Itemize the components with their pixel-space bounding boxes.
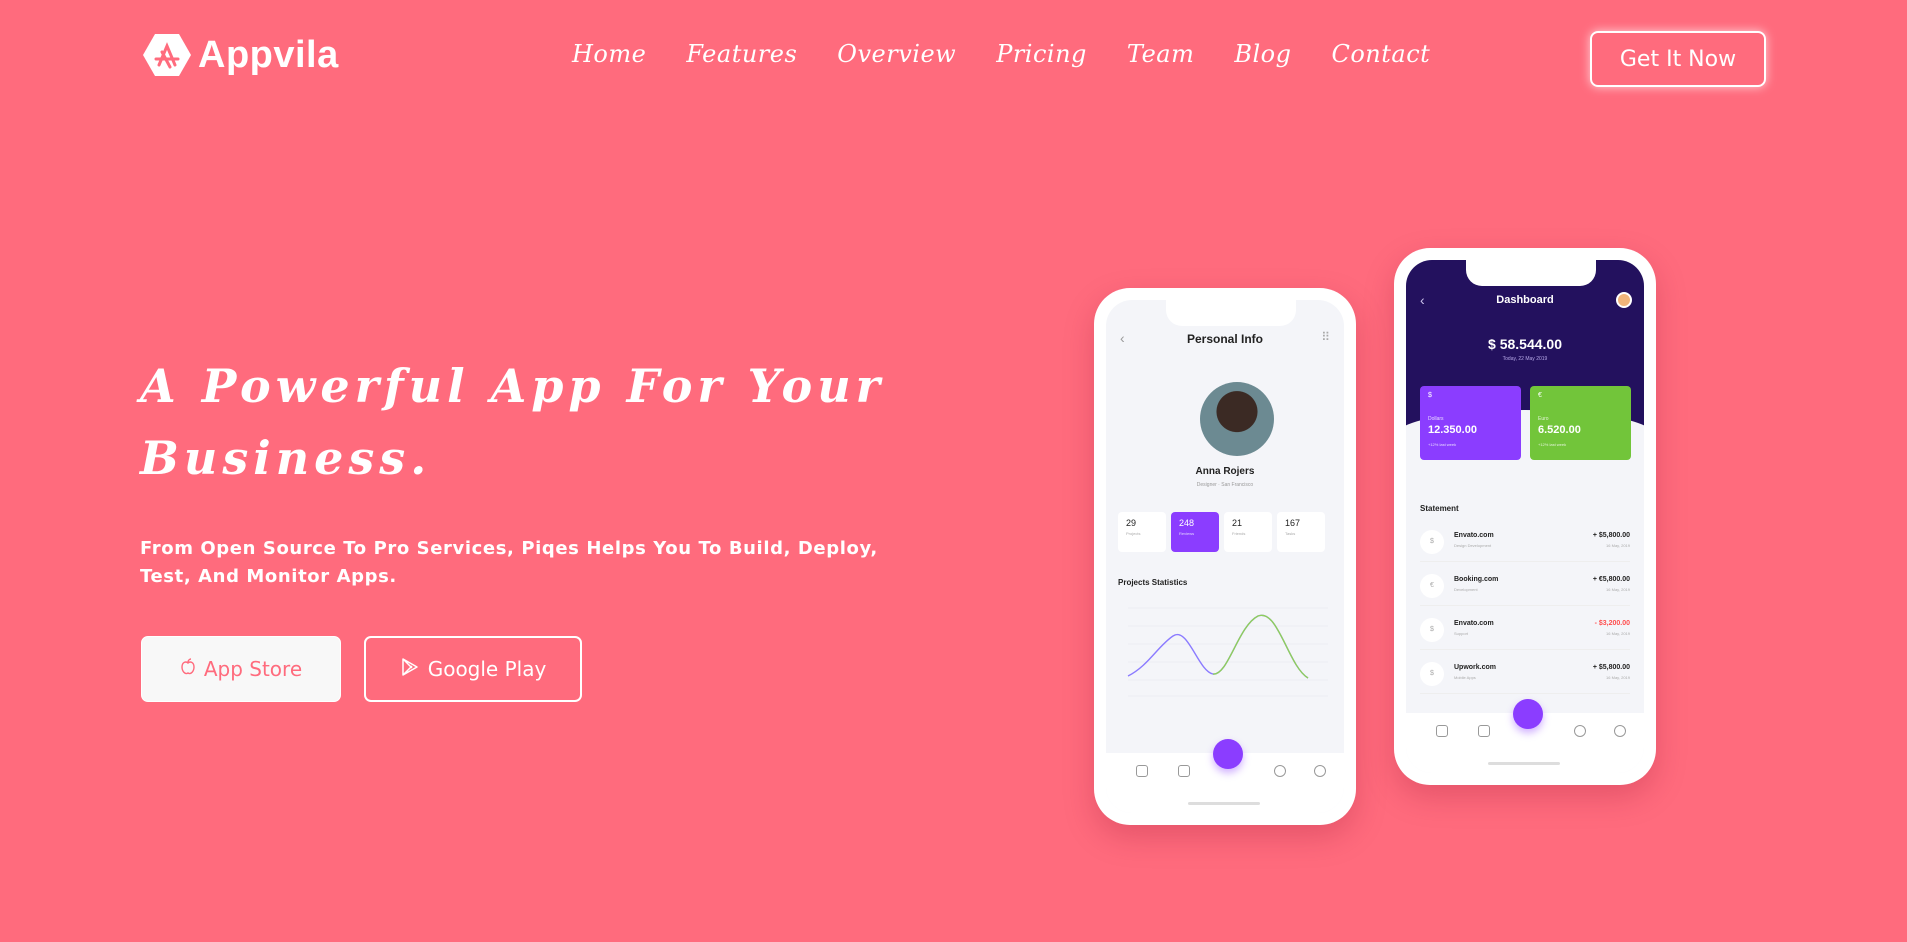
profile-name: Anna Rojers	[1195, 466, 1255, 477]
projects-statistics-heading: Projects Statistics	[1118, 578, 1188, 587]
main-nav: Home Features Overview Pricing Team Blog…	[572, 40, 1430, 68]
google-play-icon	[400, 657, 420, 682]
brand-logo[interactable]: Appvila	[142, 32, 339, 78]
home-indicator	[1488, 762, 1560, 765]
brand-name: Appvila	[198, 33, 339, 76]
phone-notch	[1166, 300, 1296, 326]
statement-row: € Booking.com Development + €5,800.00 16…	[1420, 568, 1630, 606]
statement-row: $ Envato.com Support - $3,200.00 16 May,…	[1420, 612, 1630, 650]
google-play-label: Google Play	[427, 657, 547, 681]
avatar	[1616, 292, 1632, 308]
dashboard-title: Dashboard	[1496, 294, 1554, 306]
phone-notch	[1466, 260, 1596, 286]
app-store-label: App Store	[203, 657, 303, 681]
statement-heading: Statement	[1420, 504, 1459, 513]
phone-mockup-dashboard: ‹ Dashboard $ 58.544.00 Today, 22 May 20…	[1394, 248, 1656, 785]
profile-avatar	[1200, 382, 1274, 456]
mail-icon[interactable]	[1178, 765, 1190, 777]
get-it-now-button[interactable]: Get It Now	[1590, 31, 1766, 87]
nav-team[interactable]: Team	[1127, 40, 1194, 68]
gear-icon[interactable]	[1574, 725, 1586, 737]
currency-card-dollar: $ Dollars 12.350.00 +12% last week	[1420, 386, 1521, 460]
phone-screen: ‹ Personal Info ⠿ Anna Rojers Designer ·…	[1106, 300, 1344, 813]
user-icon[interactable]	[1436, 725, 1448, 737]
user-icon[interactable]	[1136, 765, 1148, 777]
hero-title: A Powerful App For Your Business.	[140, 359, 885, 485]
nav-blog[interactable]: Blog	[1234, 40, 1291, 68]
stat-card: 29 Projects	[1118, 512, 1166, 552]
profile-title: Personal Info	[1186, 332, 1263, 346]
app-store-logo-icon	[142, 32, 192, 78]
projects-statistics-chart	[1127, 607, 1328, 697]
mail-icon[interactable]	[1478, 725, 1490, 737]
profile-stats: 29 Projects 248 Reviews 21 Friends 167 Tasks	[1118, 512, 1325, 552]
grid-icon: ⠿	[1321, 330, 1330, 344]
nav-home[interactable]: Home	[572, 40, 646, 68]
phone-mockup-profile: ‹ Personal Info ⠿ Anna Rojers Designer ·…	[1094, 288, 1356, 825]
bottom-tab-bar	[1406, 699, 1644, 773]
currency-card-euro: € Euro 6.520.00 +12% last week	[1530, 386, 1631, 460]
profile-role: Designer · San Francisco	[1196, 482, 1254, 488]
nav-pricing[interactable]: Pricing	[996, 40, 1087, 68]
statement-row: $ Envato.com Design Development + $5,800…	[1420, 524, 1630, 562]
apple-icon	[180, 657, 196, 681]
gear-icon[interactable]	[1274, 765, 1286, 777]
nav-overview[interactable]: Overview	[837, 40, 956, 68]
stat-card: 248 Reviews	[1171, 512, 1219, 552]
nav-features[interactable]: Features	[686, 40, 797, 68]
hero-description: From Open Source To Pro Services, Piqes …	[140, 538, 878, 587]
top-navigation: Appvila Home Features Overview Pricing T…	[140, 28, 1770, 88]
bottom-tab-bar	[1106, 739, 1344, 813]
pie-chart-icon[interactable]	[1314, 765, 1326, 777]
stat-card: 21 Friends	[1224, 512, 1272, 552]
phone-screen: ‹ Dashboard $ 58.544.00 Today, 22 May 20…	[1406, 260, 1644, 773]
pie-chart-icon[interactable]	[1614, 725, 1626, 737]
dashboard-date: Today, 22 May 2019	[1502, 356, 1548, 362]
statement-row: $ Upwork.com Mobile Apps + $5,800.00 16 …	[1420, 656, 1630, 694]
home-indicator	[1188, 802, 1260, 805]
monitor-icon[interactable]	[1213, 739, 1243, 769]
monitor-icon[interactable]	[1513, 699, 1543, 729]
google-play-button[interactable]: Google Play	[364, 636, 582, 702]
nav-contact[interactable]: Contact	[1331, 40, 1430, 68]
dashboard-balance: $ 58.544.00	[1488, 336, 1562, 352]
app-store-button[interactable]: App Store	[141, 636, 341, 702]
stat-card: 167 Tasks	[1277, 512, 1325, 552]
